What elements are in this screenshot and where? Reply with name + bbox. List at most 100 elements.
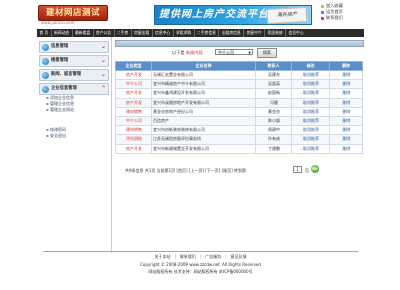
company-name[interactable]: 宜兴市溪雅房地产开发有限公司 (151, 97, 256, 108)
col-header: 企业名称 (151, 61, 256, 71)
company-name[interactable]: 宜兴市创新装饰装修有限公司 (151, 125, 256, 136)
content-tabbar (115, 40, 364, 47)
contact-link[interactable]: 联系我们 (321, 15, 343, 21)
sidebar-block-info[interactable]: 信息管理 ⌄ (39, 41, 109, 53)
sidebar-block-label: 信息管理 (51, 44, 69, 49)
folder-icon (42, 57, 49, 65)
sidebar-block-property[interactable]: 楼盘管理 ⌄ (39, 55, 109, 67)
delete-button[interactable]: 删除 (329, 143, 363, 154)
folder-icon (42, 85, 49, 93)
company-name[interactable]: 百信房产 (151, 115, 256, 127)
company-type: 评估测绘 (115, 134, 152, 145)
company-name[interactable]: 宜兴市精诚房产中介有限公司 (151, 79, 256, 90)
contact-person: 冯健 (255, 97, 292, 108)
contact-person: 赵国新 (255, 88, 292, 99)
footer-links: 关于本站 | 联系我们 | 广告服务 | 意见反馈 (37, 254, 364, 260)
sidebar-block-label: 新闻、留言管理 (51, 72, 82, 77)
company-type: 房产开发 (115, 88, 152, 99)
logo-url: www.jiancai.com (41, 20, 75, 25)
footer-link[interactable]: 联系我们 (178, 254, 198, 259)
unrecommend-button[interactable]: 取消推荐 (291, 69, 330, 81)
nav-item[interactable]: 房屋出租 (132, 29, 153, 37)
unrecommend-button[interactable]: 取消推荐 (291, 79, 330, 90)
search-bar: 以下是 新闻内容 中介公司 ▼ 搜索 (115, 48, 362, 58)
company-name[interactable]: 宜兴市新顺城置业开发有限公司 (151, 143, 256, 154)
footer-link[interactable]: 广告服务 (203, 254, 223, 259)
footer-link[interactable]: 关于本站 (152, 254, 172, 259)
sidebar: 信息管理 ⌄ 楼盘管理 ⌄ 新闻、留言管理 ⌄ 企业信息管理 ⌃ 添加企业信息 … (37, 37, 112, 253)
site-logo[interactable]: 建材网店测试 www.jiancai.com (38, 3, 108, 25)
nav-item[interactable]: 二手房信息 (195, 29, 220, 37)
nav-item[interactable]: 房产公告 (94, 29, 115, 37)
page-number-input[interactable]: 1 (293, 166, 302, 173)
folder-icon (42, 43, 49, 51)
nav-item[interactable]: 出租房信息 (219, 29, 245, 37)
nav-item[interactable]: 新闻动态 (52, 29, 73, 37)
sidebar-block-company[interactable]: 企业信息管理 ⌃ (39, 83, 109, 95)
search-button[interactable]: 搜索 (257, 48, 277, 58)
table-row: 中介公司 百信房产 陈小颖 取消推荐 删除 (115, 115, 363, 127)
table-row: 评估测绘 江苏无锡阳房屋评估事务所 孙有成 取消推荐 删除 (115, 134, 363, 145)
sidebar-sub-item[interactable]: 管理企业网站 (46, 107, 74, 113)
table-row: 中介公司 宜兴市精诚房产中介有限公司 吴超英 取消推荐 删除 (115, 79, 363, 90)
footer: 关于本站 | 联系我们 | 广告服务 | 意见反馈 Copyright © 2008-200… (37, 251, 364, 290)
delete-button[interactable]: 删除 (329, 79, 363, 90)
nav-item[interactable]: 信息中心 (153, 29, 174, 37)
chevron-down-icon: ▼ (248, 51, 251, 55)
category-select[interactable]: 中介公司 ▼ (215, 49, 253, 55)
company-type: 房产开发 (115, 97, 152, 108)
nav-item[interactable]: 会员中心 (286, 29, 306, 37)
company-type: 中介公司 (115, 115, 152, 127)
sidebar-block-news[interactable]: 新闻、留言管理 ⌄ (39, 69, 109, 81)
go-button[interactable]: GO (311, 165, 319, 173)
unrecommend-button[interactable]: 取消推荐 (291, 125, 330, 136)
unrecommend-button[interactable]: 取消推荐 (291, 134, 330, 145)
delete-button[interactable]: 删除 (329, 106, 363, 117)
footer-divider (43, 251, 358, 252)
company-name[interactable]: 无锡汇宏置业有限公司 (151, 69, 256, 81)
unrecommend-button[interactable]: 取消推荐 (291, 97, 330, 108)
search-label-prefix: 以下是 (172, 50, 185, 55)
delete-button[interactable]: 删除 (329, 115, 363, 127)
search-label-highlight: 新闻内容 (185, 50, 203, 55)
unrecommend-button[interactable]: 取消推荐 (291, 88, 330, 99)
contact-person: 周建中 (255, 125, 292, 136)
category-select-value: 中介公司 (218, 50, 234, 55)
chevron-up-icon: ⌃ (100, 85, 106, 92)
header-banner: 提供网上房产交流平台 海外房产 (154, 5, 312, 25)
contact-person: 孙有成 (255, 134, 292, 145)
unrecommend-button[interactable]: 取消推荐 (291, 115, 330, 127)
nav-item[interactable]: 二手房 (115, 29, 132, 37)
company-type: 中介公司 (115, 79, 152, 90)
pagination: 共9条信息 共1页 当前第1页 [首页] [上一页] [下一页] [尾页] 转到… (125, 165, 362, 175)
nav-item[interactable]: 最新楼盘 (73, 29, 94, 37)
company-type: 建材销售 (115, 106, 152, 117)
home-icon (321, 10, 324, 14)
delete-button[interactable]: 删除 (329, 134, 363, 145)
delete-button[interactable]: 删除 (329, 125, 363, 136)
table-header-row: 企业类型 企业名称 联系人 修改 删除 (115, 61, 363, 71)
footer-link[interactable]: 意见反馈 (229, 254, 249, 259)
unrecommend-button[interactable]: 取消推荐 (291, 106, 330, 117)
company-name[interactable]: 宜兴市鑫鸿建设开发有限公司 (151, 88, 256, 99)
col-header: 删除 (329, 61, 363, 71)
page: 建材网店测试 www.jiancai.com 提供网上房产交流平台 海外房产 加… (37, 0, 364, 290)
nav-item[interactable]: 房屋中介 (244, 29, 266, 37)
delete-button[interactable]: 删除 (329, 69, 363, 81)
company-name[interactable]: 江苏无锡阳房屋评估事务所 (151, 134, 256, 145)
chevron-down-icon: ⌄ (100, 43, 106, 50)
company-name[interactable]: 黄金亦房地产经纪公司 (151, 106, 256, 117)
nav-item[interactable]: 家居装修 (265, 29, 287, 37)
logo-text: 建材网店测试 (38, 5, 108, 21)
nav-item[interactable]: 求租求购 (174, 29, 195, 37)
company-table: 企业类型 企业名称 联系人 修改 删除 房产开发 无锡汇宏置业有限公司 吴建东 取消推… (115, 61, 363, 154)
unrecommend-button[interactable]: 取消推荐 (291, 143, 330, 154)
delete-button[interactable]: 删除 (329, 88, 363, 99)
pagination-text[interactable]: 共9条信息 共1页 当前第1页 [首页] [上一页] [下一页] [尾页] 转到… (125, 168, 246, 174)
star-icon (321, 4, 324, 8)
banner-text: 提供网上房产交流平台 (159, 9, 269, 20)
table-row: 房产开发 宜兴市新顺城置业开发有限公司 丁建鹏 取消推荐 删除 (115, 143, 363, 154)
logout-link[interactable]: 安全退出 (46, 133, 66, 139)
delete-button[interactable]: 删除 (329, 97, 363, 108)
nav-item[interactable]: 首 页 (37, 29, 52, 37)
